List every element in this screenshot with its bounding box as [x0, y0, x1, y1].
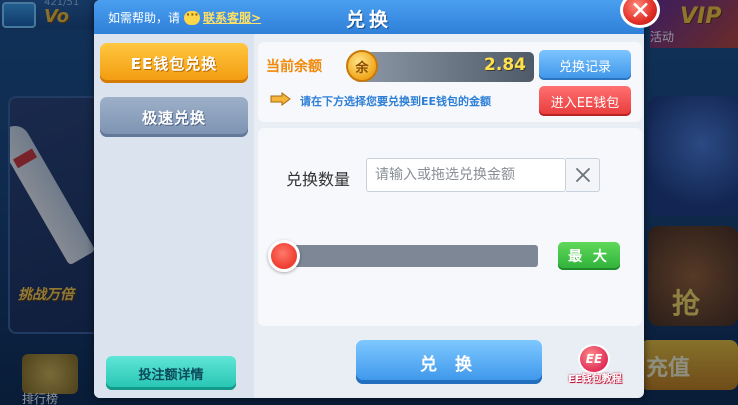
- slider-thumb[interactable]: [268, 240, 300, 272]
- balance-label: 当前余额: [266, 59, 322, 75]
- clear-input-button[interactable]: [566, 158, 600, 192]
- exchange-panel: 兑换数量 最 大: [258, 128, 642, 326]
- balance-panel: 当前余额 余 2.84 兑换记录 请在下方选择您要兑换到EE钱包的金额 进入EE…: [258, 42, 642, 122]
- enter-ee-wallet-button[interactable]: 进入EE钱包: [539, 86, 631, 116]
- balance-value: 2.84: [484, 55, 526, 75]
- tab-ee-wallet[interactable]: EE钱包兑换: [100, 43, 248, 83]
- exchange-button[interactable]: 兑 换: [356, 340, 542, 384]
- tutorial-label: EE钱包教程: [568, 374, 622, 385]
- ee-wallet-tutorial[interactable]: EE EE钱包教程: [562, 344, 626, 385]
- hint-text: 请在下方选择您要兑换到EE钱包的金额: [300, 95, 492, 108]
- close-icon: ✕: [630, 0, 651, 25]
- exchange-amount-input[interactable]: [366, 158, 566, 192]
- exchange-dialog: 如需帮助，请 联系客服> 兑换 EE钱包兑换 极速兑换 当前余额 余 2.84 …: [94, 0, 644, 398]
- clear-icon: [575, 168, 590, 182]
- max-amount-button[interactable]: 最 大: [558, 242, 620, 270]
- tab-fast-exchange[interactable]: 极速兑换: [100, 97, 248, 137]
- bet-detail-button[interactable]: 投注额详情: [106, 356, 236, 390]
- exchange-record-button[interactable]: 兑换记录: [539, 50, 631, 80]
- exchange-method-sidebar: EE钱包兑换 极速兑换: [94, 34, 254, 398]
- dialog-header: 如需帮助，请 联系客服> 兑换: [94, 0, 644, 34]
- amount-slider[interactable]: [276, 245, 538, 267]
- dialog-title: 兑换: [345, 9, 392, 31]
- exchange-amount-label: 兑换数量: [286, 170, 351, 189]
- pointing-hand-icon: [270, 92, 291, 106]
- coin-icon: 余: [346, 50, 378, 82]
